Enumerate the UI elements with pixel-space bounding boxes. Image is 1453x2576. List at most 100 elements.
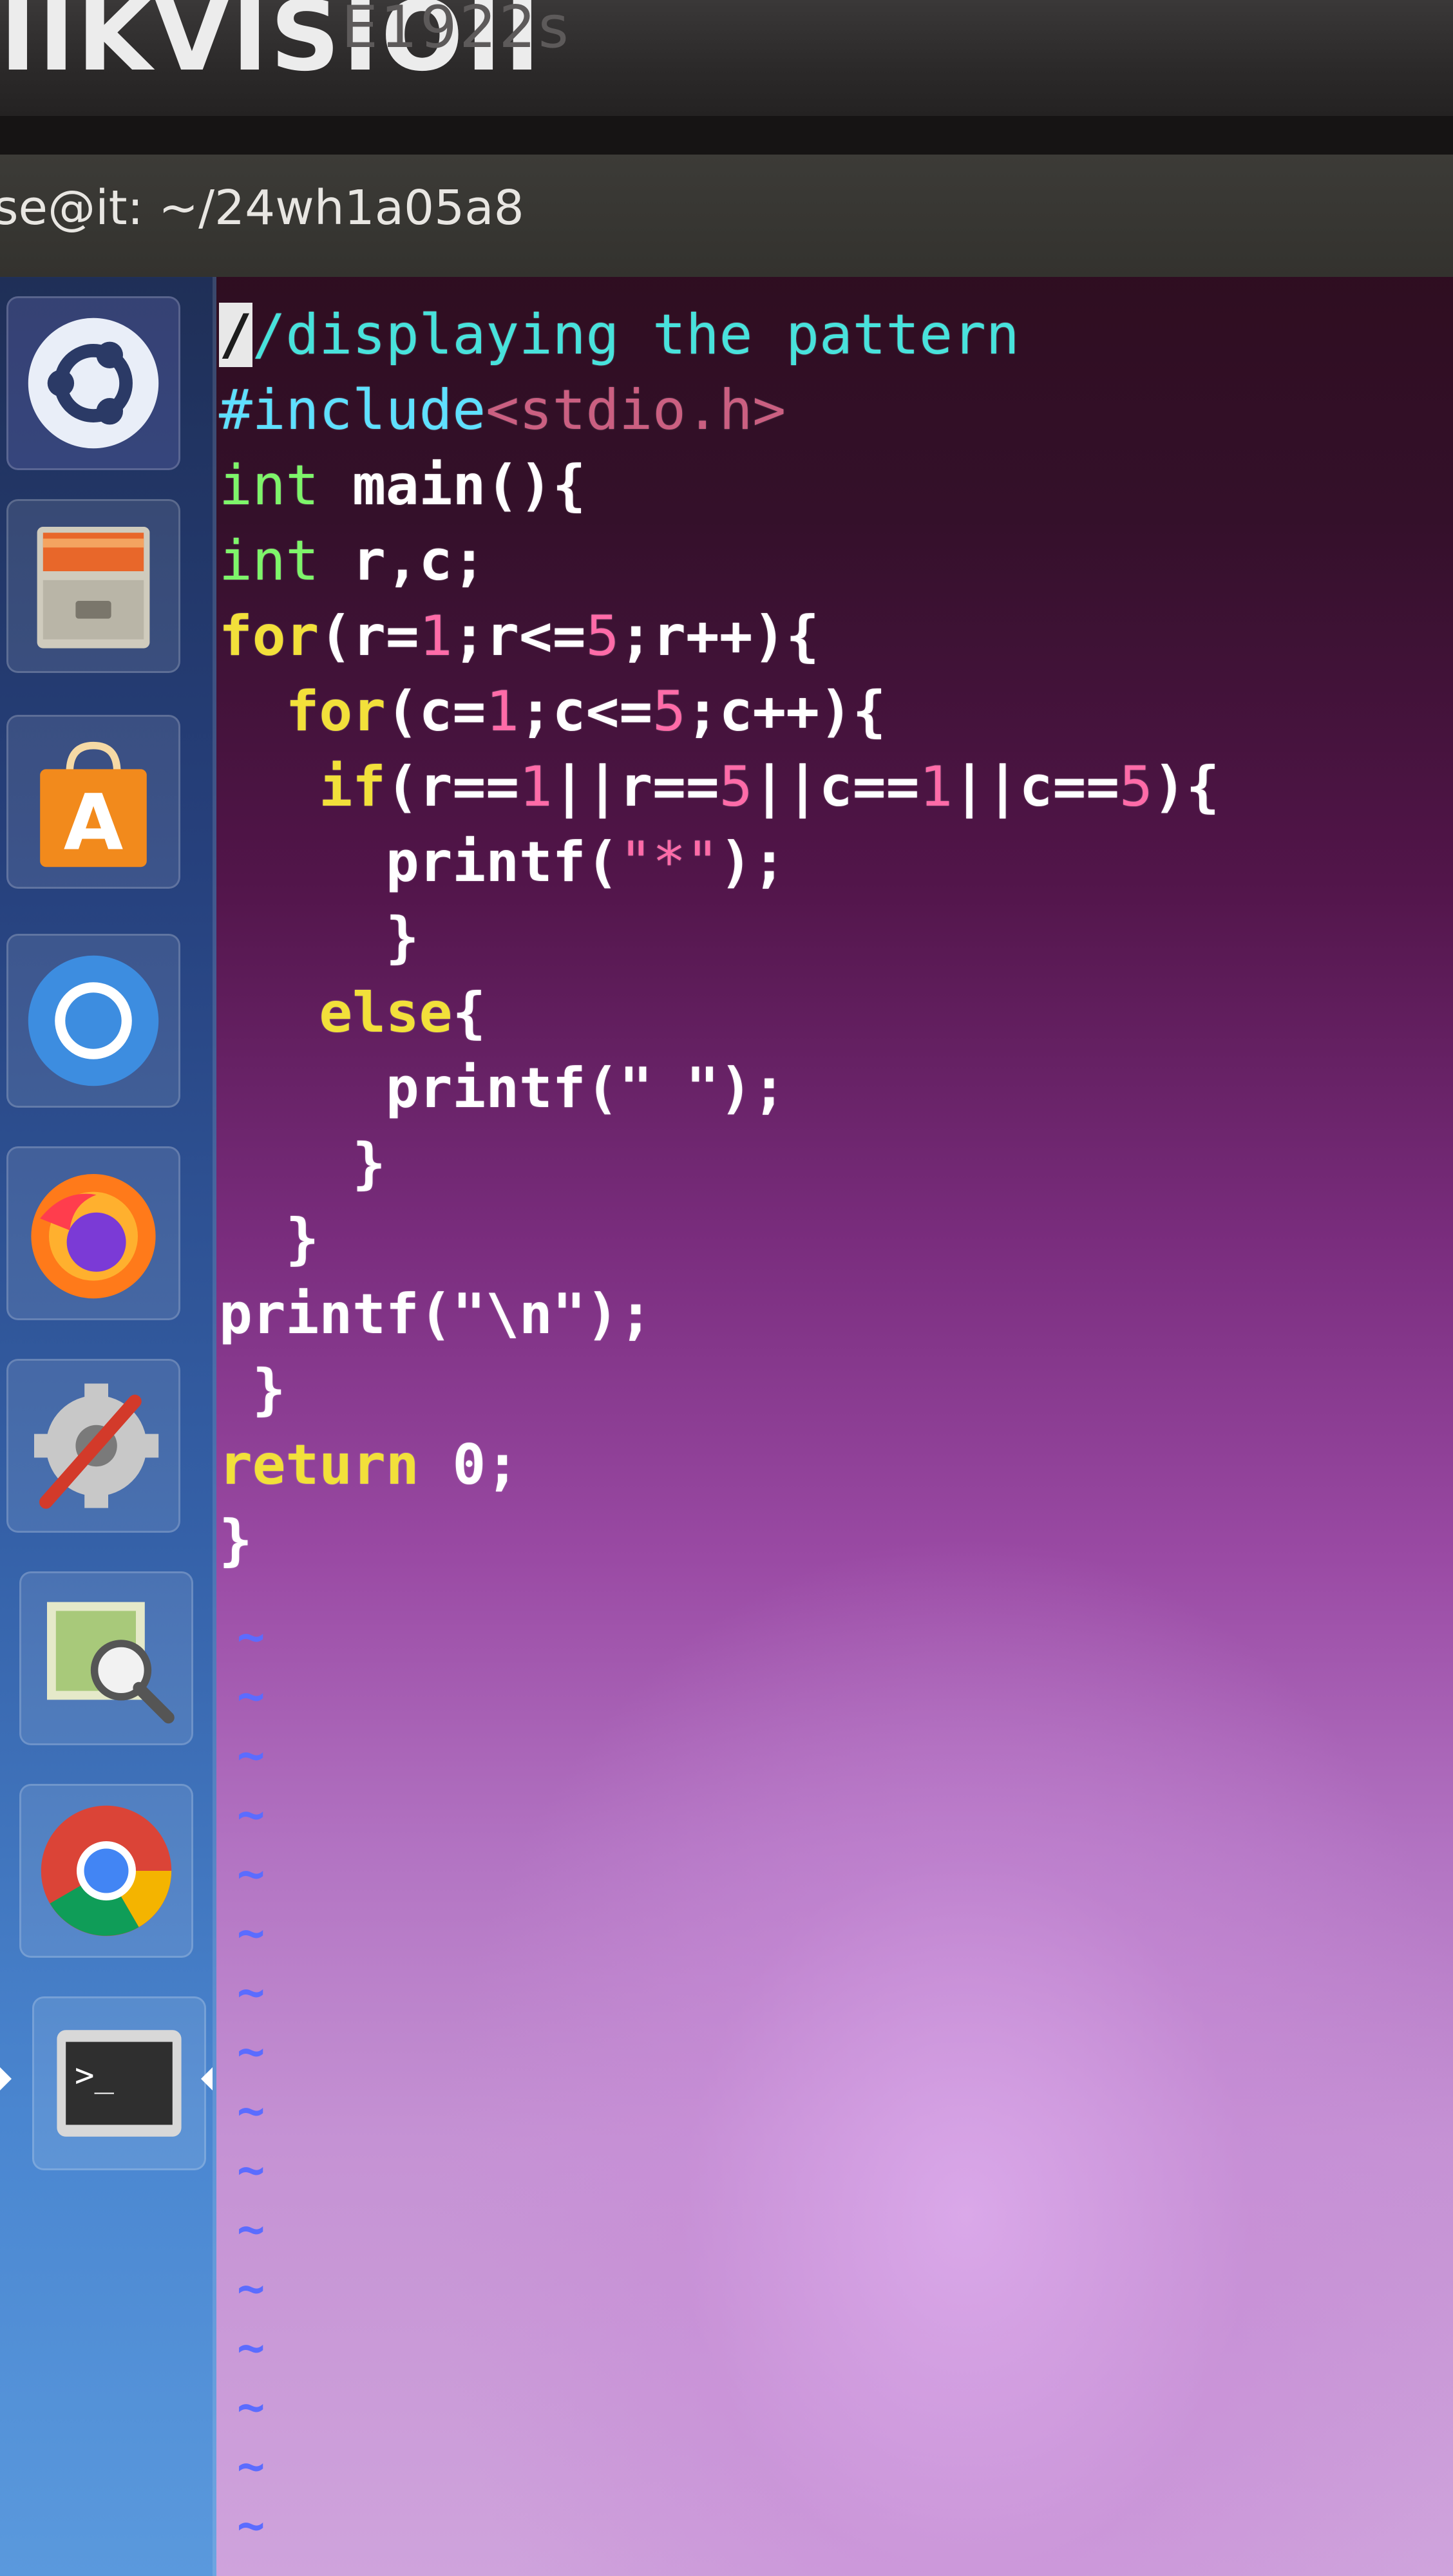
empty-line-marker: ~ — [237, 2202, 265, 2256]
code-line: for(c=1;c<=5;c++){ — [219, 679, 886, 744]
code-line: else{ — [219, 981, 486, 1045]
code-line: } — [219, 1132, 386, 1196]
launcher-item-settings[interactable] — [6, 1359, 180, 1533]
launcher-item-terminal[interactable]: >_ — [32, 1996, 206, 2170]
code-token-type: int — [219, 453, 319, 518]
launcher-item-firefox[interactable] — [6, 1146, 180, 1320]
launcher-item-dash[interactable] — [6, 296, 180, 470]
empty-line-marker: ~ — [237, 1787, 265, 1841]
code-token-pre: #include — [219, 378, 486, 442]
code-token-num: 5 — [652, 679, 686, 744]
launcher-item-files[interactable] — [6, 499, 180, 673]
code-token-plain: ;c<= — [519, 679, 653, 744]
code-token-kw: for — [285, 679, 386, 744]
code-token-plain: ); — [719, 830, 786, 895]
empty-line-marker: ~ — [237, 1846, 265, 1900]
terminal-icon: >_ — [57, 2030, 182, 2137]
code-line: if(r==1||r==5||c==1||c==5){ — [219, 755, 1219, 819]
code-token-plain: main(){ — [319, 453, 586, 518]
empty-line-marker: ~ — [237, 2083, 265, 2137]
code-token-str: "*" — [619, 830, 719, 895]
code-token-plain: printf("\n"); — [219, 1282, 653, 1347]
code-token-kw: if — [319, 755, 386, 819]
monitor-bezel: IIKVISIOII E1922s — [0, 0, 1453, 116]
code-token-kw: for — [219, 604, 319, 668]
chrome-icon — [41, 1805, 172, 1937]
focused-app-indicator — [201, 2067, 213, 2090]
chromium-icon — [28, 955, 159, 1086]
launcher-item-chromium[interactable] — [6, 934, 180, 1108]
code-line: } — [219, 1508, 252, 1573]
empty-line-marker: ~ — [237, 1965, 265, 2019]
code-token-plain: ||r== — [552, 755, 719, 819]
active-app-indicator — [0, 2067, 12, 2090]
code-token-kw: return — [219, 1433, 419, 1497]
code-token-num: 5 — [1119, 755, 1153, 819]
code-token-plain: ||c== — [953, 755, 1120, 819]
code-line: #include<stdio.h> — [219, 378, 786, 442]
vim-editor[interactable]: //displaying the pattern #include<stdio.h… — [219, 277, 1443, 2576]
code-line: printf("\n"); — [219, 1282, 652, 1347]
code-token-comment: /displaying the pattern — [252, 303, 1020, 367]
code-line: } — [219, 905, 419, 970]
code-token-plain: } — [219, 1207, 319, 1271]
code-token-plain: } — [219, 905, 419, 970]
code-token-num: 1 — [519, 755, 553, 819]
code-token-plain: printf( — [219, 830, 620, 895]
code-token-plain: { — [452, 981, 486, 1045]
empty-line-marker: ~ — [237, 1906, 265, 1960]
code-token-plain: ;r++){ — [619, 604, 820, 668]
code-line: int r,c; — [219, 529, 486, 593]
code-token-num: 5 — [719, 755, 753, 819]
code-token-plain: (c= — [385, 679, 486, 744]
code-line: int main(){ — [219, 453, 586, 518]
window-title: se@it: ~/24wh1a05a8 — [0, 180, 524, 236]
svg-text:>_: >_ — [75, 2056, 114, 2094]
launcher-item-chrome[interactable] — [19, 1784, 193, 1958]
code-token-plain: ){ — [1152, 755, 1220, 819]
code-line: } — [219, 1207, 319, 1271]
code-token-num: 1 — [419, 604, 453, 668]
empty-line-marker: ~ — [237, 2143, 265, 2197]
unity-launcher: A >_ — [0, 277, 216, 2576]
code-token-plain: } — [219, 1358, 286, 1422]
ubuntu-logo-icon — [28, 317, 159, 449]
code-line: return 0; — [219, 1433, 519, 1497]
empty-line-marker: ~ — [237, 2024, 265, 2078]
code-token-plain: } — [219, 1132, 386, 1196]
code-token-plain: r,c; — [319, 529, 486, 593]
code-token-plain: 0; — [419, 1433, 520, 1497]
launcher-item-image-viewer[interactable] — [19, 1571, 193, 1745]
code-line: printf("*"); — [219, 830, 786, 895]
code-line: printf(" "); — [219, 1056, 786, 1121]
firefox-icon — [31, 1174, 156, 1299]
empty-line-marker: ~ — [237, 1609, 265, 1663]
empty-line-marker: ~ — [237, 2498, 265, 2552]
code-token-num: 1 — [919, 755, 953, 819]
empty-line-marker: ~ — [237, 2320, 265, 2374]
code-token-plain: ||c== — [752, 755, 920, 819]
code-token-plain: (r== — [385, 755, 520, 819]
code-token-inc: <stdio.h> — [486, 378, 786, 442]
settings-wrench-icon — [34, 1383, 159, 1509]
shopping-bag-icon: A — [40, 741, 147, 868]
code-token-plain: ;r<= — [452, 604, 586, 668]
code-token-plain: (r= — [319, 604, 419, 668]
empty-line-marker: ~ — [237, 2261, 265, 2315]
code-token-plain: } — [219, 1508, 252, 1573]
code-token-kw: else — [319, 981, 453, 1045]
terminal-titlebar[interactable]: se@it: ~/24wh1a05a8 — [0, 155, 1453, 277]
empty-line-marker: ~ — [237, 1669, 265, 1723]
empty-line-marker: ~ — [237, 1728, 265, 1782]
code-token-type: int — [219, 529, 319, 593]
photo-stage: IIKVISIOII E1922s se@it: ~/24wh1a05a8 A … — [0, 0, 1453, 2576]
empty-line-marker: ~ — [237, 2380, 265, 2434]
empty-line-marker: ~ — [237, 2557, 265, 2576]
launcher-item-software[interactable]: A — [6, 715, 180, 889]
text-cursor: / — [219, 303, 252, 367]
code-token-num: 1 — [486, 679, 520, 744]
code-line: } — [219, 1358, 286, 1422]
